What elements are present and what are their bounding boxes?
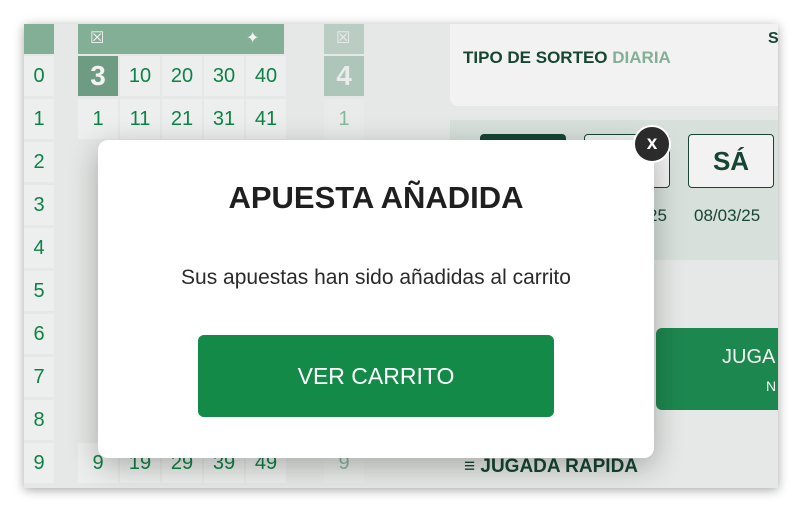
dialog-title: APUESTA AÑADIDA	[228, 180, 524, 215]
close-icon[interactable]: x	[633, 125, 671, 163]
bet-added-dialog: APUESTA AÑADIDA Sus apuestas han sido añ…	[98, 140, 654, 458]
view-cart-button[interactable]: VER CARRITO	[198, 335, 554, 417]
dialog-message: Sus apuestas han sido añadidas al carrit…	[181, 266, 571, 289]
app-frame: 0 1 2 3 4 5 6 7 8 9 ☒ ✦ 3 10 20 30 40 1 …	[24, 24, 778, 488]
